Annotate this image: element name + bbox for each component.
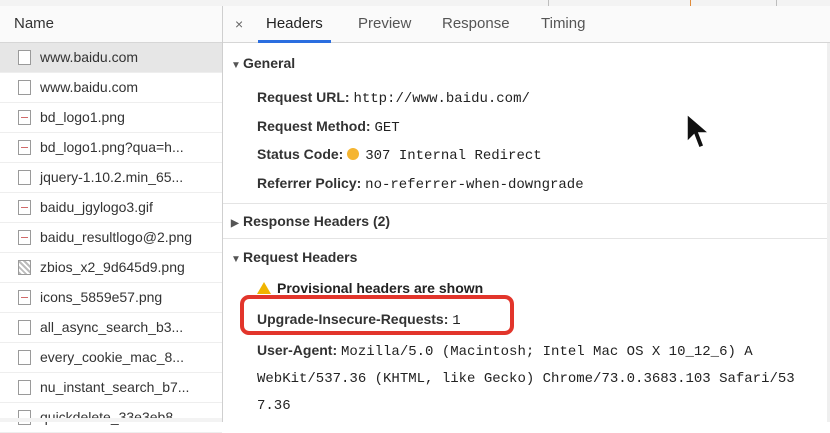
tab-headers[interactable]: Headers [258, 6, 331, 43]
tab-preview[interactable]: Preview [358, 6, 411, 42]
request-list-item[interactable]: bd_logo1.png [0, 103, 222, 133]
request-name: baidu_resultlogo@2.png [40, 229, 192, 245]
image-icon [18, 230, 31, 245]
script-icon [18, 320, 31, 335]
details-tab-bar: × Headers Preview Response Timing [223, 6, 830, 43]
caret-down-icon: ▼ [231, 60, 241, 71]
request-headers-title: Request Headers [243, 249, 358, 265]
section-divider [223, 238, 830, 239]
request-name: bd_logo1.png [40, 109, 125, 125]
user-agent-line2: WebKit/537.36 (KHTML, like Gecko) Chrome… [257, 369, 795, 387]
referrer-policy-row: Referrer Policy: no-referrer-when-downgr… [257, 175, 584, 193]
request-method-row: Request Method: GET [257, 118, 400, 136]
caret-right-icon: ▶ [231, 218, 239, 229]
request-name: bd_logo1.png?qua=h... [40, 139, 184, 155]
document-icon [18, 80, 31, 95]
request-name: quickdelete_33e3eb8... [40, 409, 185, 425]
request-list-item[interactable]: bd_logo1.png?qua=h... [0, 133, 222, 163]
user-agent-line3: 7.36 [257, 396, 291, 414]
request-details-panel: × Headers Preview Response Timing ▼ Gener… [223, 6, 830, 422]
response-headers-toggle[interactable]: ▶ Response Headers (2) [231, 213, 390, 229]
image-icon [18, 290, 31, 305]
warning-icon [257, 282, 271, 294]
request-list-item[interactable]: all_async_search_b3... [0, 313, 222, 343]
caret-down-icon: ▼ [231, 254, 241, 265]
image-icon [18, 200, 31, 215]
request-url-label: Request URL: [257, 89, 350, 105]
user-agent-label: User-Agent: [257, 342, 338, 358]
request-name: baidu_jgylogo3.gif [40, 199, 153, 215]
name-column-header[interactable]: Name [0, 6, 222, 43]
provisional-headers-warning: Provisional headers are shown [257, 280, 483, 296]
request-list-item[interactable]: www.baidu.com [0, 43, 222, 73]
section-divider [223, 203, 830, 204]
request-list-item[interactable]: every_cookie_mac_8... [0, 343, 222, 373]
response-headers-title: Response Headers (2) [243, 213, 391, 229]
request-name: icons_5859e57.png [40, 289, 163, 305]
request-name: www.baidu.com [40, 79, 139, 95]
request-headers-toggle[interactable]: ▼ Request Headers [231, 249, 357, 265]
status-code-label: Status Code: [257, 146, 344, 162]
list-bottom-bar [0, 418, 222, 422]
document-icon [18, 50, 31, 65]
provisional-headers-text: Provisional headers are shown [277, 280, 484, 296]
script-icon [18, 170, 31, 185]
sprite-image-icon [18, 260, 31, 275]
request-name: every_cookie_mac_8... [40, 349, 184, 365]
referrer-policy-label: Referrer Policy: [257, 175, 362, 191]
request-name: nu_instant_search_b7... [40, 379, 190, 395]
general-section-title: General [243, 55, 296, 71]
request-list-item[interactable]: icons_5859e57.png [0, 283, 222, 313]
request-list-item[interactable]: nu_instant_search_b7... [0, 373, 222, 403]
user-agent-value-line3: 7.36 [257, 398, 291, 414]
request-name: www.baidu.com [40, 49, 139, 65]
request-list-item[interactable]: www.baidu.com [0, 73, 222, 103]
script-icon [18, 350, 31, 365]
request-method-label: Request Method: [257, 118, 371, 134]
close-icon[interactable]: × [235, 6, 243, 42]
request-list-item[interactable]: baidu_resultlogo@2.png [0, 223, 222, 253]
request-method-value: GET [374, 120, 400, 136]
request-name: jquery-1.10.2.min_65... [40, 169, 184, 185]
user-agent-value-line1: Mozilla/5.0 (Macintosh; Intel Mac OS X 1… [341, 344, 753, 360]
referrer-policy-value: no-referrer-when-downgrade [365, 177, 584, 193]
request-list-item[interactable]: zbios_x2_9d645d9.png [0, 253, 222, 283]
user-agent-row: User-Agent: Mozilla/5.0 (Macintosh; Inte… [257, 342, 753, 360]
request-list-panel: Name www.baidu.com www.baidu.com bd_logo1.… [0, 6, 223, 433]
request-list: www.baidu.com www.baidu.com bd_logo1.pngbd… [0, 43, 222, 433]
status-code-row: Status Code: 307 Internal Redirect [257, 146, 542, 164]
request-list-item[interactable]: baidu_jgylogo3.gif [0, 193, 222, 223]
image-icon [18, 140, 31, 155]
image-icon [18, 110, 31, 125]
request-list-item[interactable]: jquery-1.10.2.min_65... [0, 163, 222, 193]
request-name: all_async_search_b3... [40, 319, 184, 335]
status-code-value: 307 Internal Redirect [365, 148, 542, 164]
mouse-pointer-icon [686, 112, 711, 149]
tab-response[interactable]: Response [442, 6, 510, 42]
request-name: zbios_x2_9d645d9.png [40, 259, 185, 275]
status-dot-icon [347, 148, 360, 160]
request-url-value: http://www.baidu.com/ [353, 91, 530, 107]
user-agent-value-line2: WebKit/537.36 (KHTML, like Gecko) Chrome… [257, 371, 795, 387]
request-url-row: Request URL: http://www.baidu.com/ [257, 89, 530, 107]
general-section-toggle[interactable]: ▼ General [231, 55, 295, 71]
highlight-box [240, 295, 514, 335]
script-icon [18, 380, 31, 395]
tab-timing[interactable]: Timing [541, 6, 585, 42]
